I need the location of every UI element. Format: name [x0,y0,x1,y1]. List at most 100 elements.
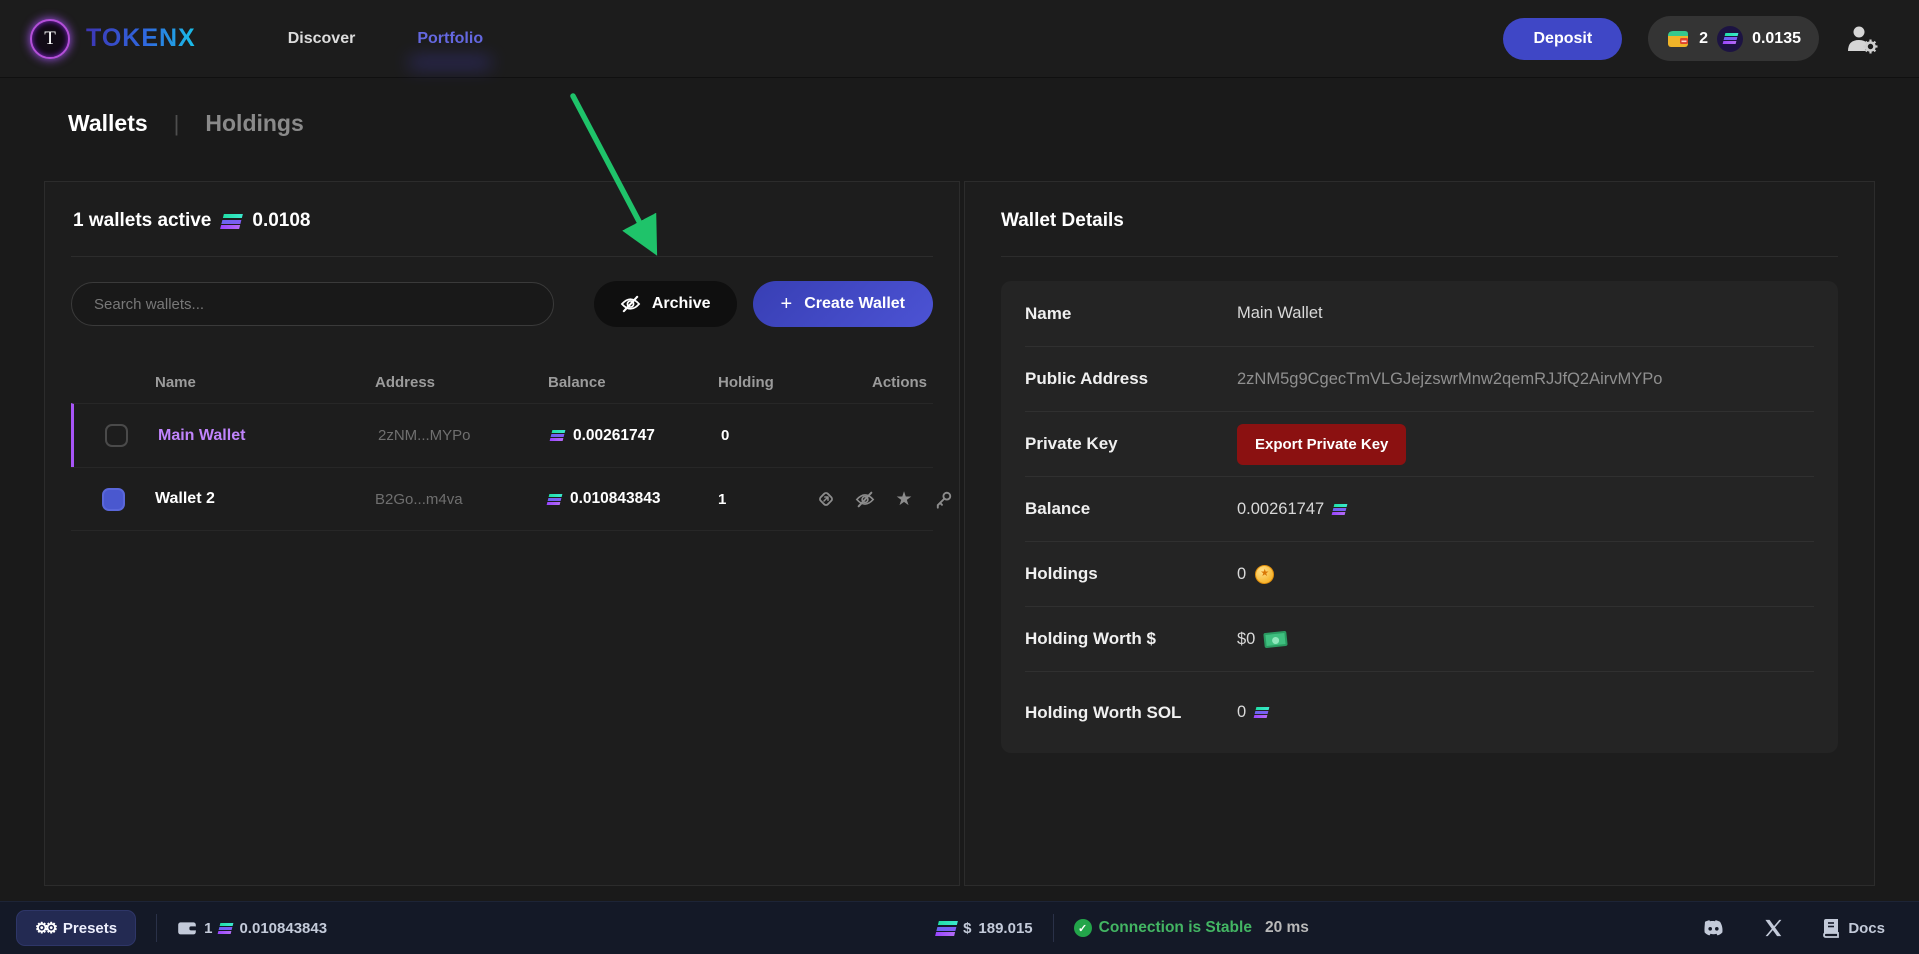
statusbar-wallet-balance: 0.010843843 [239,920,327,937]
solana-icon [935,921,958,936]
tab-wallets[interactable]: Wallets [68,110,148,137]
sol-price-value: 189.015 [978,920,1032,937]
wallet-summary-badge[interactable]: 2 0.0135 [1648,16,1819,61]
active-wallet-balance: 1 0.010843843 [177,920,327,937]
detail-value-balance: 0.00261747 [1237,500,1324,519]
col-address: Address [375,374,548,391]
statusbar-wallet-count: 1 [204,920,212,937]
detail-label: Private Key [1025,431,1237,457]
wallet-address: B2Go...m4va [375,491,548,508]
wallets-table: Name Address Balance Holding Actions Mai… [71,361,933,531]
brand-name: TOKENX [86,24,196,53]
solana-icon [221,214,244,229]
table-row-main-wallet[interactable]: Main Wallet 2zNM...MYPo 0.00261747 0 [71,403,933,467]
discord-link[interactable] [1702,919,1726,938]
connection-status-text: Connection is Stable [1099,919,1252,937]
detail-row-holdings: Holdings 0 ★ [1025,541,1814,606]
divider [156,914,157,942]
solana-icon [218,923,234,934]
nav-item-discover[interactable]: Discover [288,30,356,48]
nav-sol-balance: 0.0135 [1752,30,1801,48]
presets-label: Presets [63,920,117,937]
detail-value-worth-usd: $0 [1237,630,1255,649]
plus-icon: + [781,293,793,316]
wallet-name: Main Wallet [158,427,378,445]
docs-link[interactable]: Docs [1821,918,1885,938]
detail-label: Holdings [1025,561,1237,587]
row-checkbox[interactable] [105,424,128,447]
wallet-address: 2zNM...MYPo [378,427,551,444]
detail-label: Holding Worth SOL [1025,700,1237,726]
detail-value-worth-sol: 0 [1237,703,1246,722]
solana-icon [1254,707,1270,718]
brand-logo: T [30,19,70,59]
x-twitter-link[interactable] [1764,919,1783,937]
wallet-balance: 0.010843843 [570,490,661,508]
detail-value-public-address: 2zNM5g9CgecTmVLGJejzswrMnw2qemRJJfQ2Airv… [1237,370,1662,389]
detail-row-public-address: Public Address 2zNM5g9CgecTmVLGJejzswrMn… [1025,346,1814,411]
details-title: Wallet Details [1001,210,1838,232]
search-input[interactable] [71,282,554,326]
connection-status: ✓ Connection is Stable 20 ms [1074,919,1309,937]
divider [1053,914,1054,942]
detail-label: Holding Worth $ [1025,626,1237,652]
row-checkbox[interactable] [102,488,125,511]
status-bar: ⚙⚙ Presets 1 0.010843843 $ 189.015 ✓ Con… [0,901,1919,954]
solana-icon [1332,504,1348,515]
export-key-icon[interactable] [930,486,956,512]
wallet-count: 2 [1699,30,1708,48]
divider [1001,256,1838,257]
col-actions: Actions [813,374,933,391]
hide-wallet-icon[interactable] [852,486,878,512]
active-wallets-sol: 0.0108 [252,210,310,232]
presets-button[interactable]: ⚙⚙ Presets [16,910,136,946]
nav-items: Discover Portfolio [288,30,483,48]
favorite-star-icon[interactable]: ★ [891,486,917,512]
docs-label: Docs [1848,920,1885,937]
solana-icon [547,494,563,505]
nav-item-portfolio[interactable]: Portfolio [417,30,483,48]
detail-value-holdings: 0 [1237,565,1246,584]
wallet-icon [177,920,197,936]
logo-letter: T [44,28,56,50]
solana-icon [550,430,566,441]
deposit-button[interactable]: Deposit [1503,18,1622,60]
send-icon[interactable] [813,486,839,512]
detail-value-name: Main Wallet [1237,304,1323,323]
wallet-details-panel: Wallet Details Name Main Wallet Public A… [964,181,1875,886]
page-tabs: Wallets | Holdings [68,110,1919,137]
table-row-wallet-2[interactable]: Wallet 2 B2Go...m4va 0.010843843 1 [71,467,933,531]
check-icon: ✓ [1074,919,1092,937]
details-card: Name Main Wallet Public Address 2zNM5g9C… [1001,281,1838,753]
wallet-icon [1666,28,1690,50]
create-wallet-label: Create Wallet [804,295,905,313]
archive-button[interactable]: Archive [594,281,737,327]
col-holding: Holding [718,374,813,391]
wallet-name: Wallet 2 [155,490,375,508]
wallet-holding: 1 [718,491,813,508]
divider [71,256,933,257]
detail-row-worth-sol: Holding Worth SOL 0 [1025,671,1814,753]
book-icon [1821,918,1840,938]
gears-icon: ⚙⚙ [35,919,54,937]
archive-label: Archive [652,295,711,313]
export-private-key-button[interactable]: Export Private Key [1237,424,1406,465]
x-icon [1764,919,1783,937]
detail-label: Name [1025,301,1237,327]
detail-row-balance: Balance 0.00261747 [1025,476,1814,541]
create-wallet-button[interactable]: + Create Wallet [753,281,933,327]
eye-off-icon [620,295,641,313]
table-header: Name Address Balance Holding Actions [71,361,933,403]
active-wallets-summary: 1 wallets active [73,210,211,232]
wallet-holding: 0 [721,427,816,444]
discord-icon [1702,919,1726,938]
detail-row-worth-usd: Holding Worth $ $0 [1025,606,1814,671]
col-balance: Balance [548,374,718,391]
tab-holdings[interactable]: Holdings [205,110,303,137]
wallets-panel: 1 wallets active 0.0108 Archive + Create… [44,181,960,886]
tab-separator: | [174,111,180,137]
account-settings-icon[interactable] [1845,24,1879,54]
solana-circle-icon [1717,26,1743,52]
wallet-balance: 0.00261747 [573,427,655,445]
solana-icon [1722,33,1738,44]
